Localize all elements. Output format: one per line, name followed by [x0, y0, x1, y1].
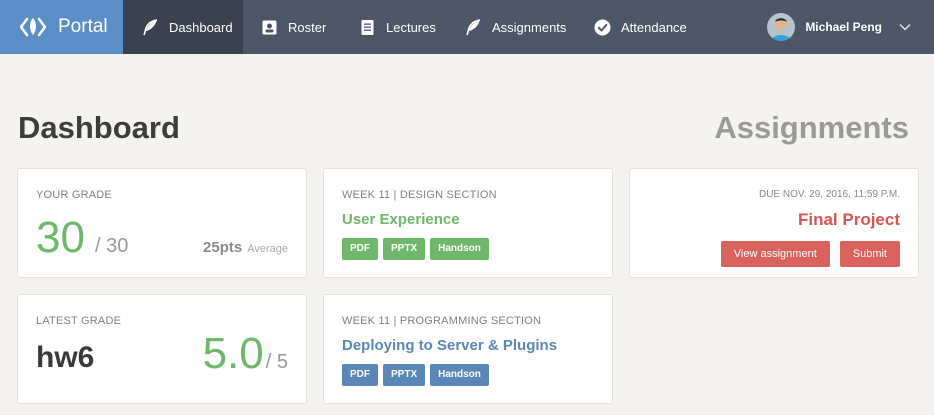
nav-roster-label: Roster [288, 19, 327, 35]
contact-card-icon [262, 20, 277, 34]
nav-assignments[interactable]: Assignments [465, 0, 566, 54]
nav-attendance-label: Attendance [621, 19, 687, 35]
feather-icon [143, 18, 158, 35]
lecture-caption: WEEK 11 | PROGRAMMING SECTION [342, 315, 542, 327]
grade-value-group: 30 / 30 [36, 213, 128, 263]
nav-roster[interactable]: Roster [261, 0, 326, 54]
your-grade-caption: YOUR GRADE [36, 189, 112, 201]
view-assignment-button[interactable]: View assignment [720, 241, 830, 267]
submit-button[interactable]: Submit [839, 241, 900, 267]
pdf-button[interactable]: PDF [342, 364, 378, 386]
pptx-button[interactable]: PPTX [383, 238, 426, 260]
latest-grade-total: / 5 [265, 351, 288, 373]
document-icon [361, 19, 374, 35]
assignment-title[interactable]: Final Project [798, 210, 900, 230]
user-menu[interactable]: Michael Peng [767, 0, 934, 54]
nav-lectures[interactable]: Lectures [359, 0, 436, 54]
average-label: Average [247, 243, 288, 255]
nav-attendance[interactable]: Attendance [594, 0, 687, 54]
check-circle-icon [594, 19, 611, 35]
brand-label: Portal [58, 16, 108, 37]
lecture-title[interactable]: Deploying to Server & Plugins [342, 337, 557, 354]
grade-total: / 30 [94, 235, 129, 257]
grade-value: 30 [36, 213, 85, 262]
pdf-button[interactable]: PDF [342, 238, 378, 260]
latest-assignment-name: hw6 [36, 341, 95, 374]
handson-button[interactable]: Handson [430, 238, 489, 260]
latest-grade-caption: LATEST GRADE [36, 315, 122, 327]
average-group: 25pts Average [203, 239, 288, 256]
chevron-down-icon [899, 23, 911, 31]
handson-button[interactable]: Handson [430, 364, 489, 386]
lecture-card-design: WEEK 11 | DESIGN SECTION User Experience… [323, 168, 613, 278]
assignment-due-date: DUE NOV. 29, 2016, 11:59 P.M. [758, 189, 900, 200]
assignment-actions: View assignment Submit [720, 241, 900, 267]
latest-grade-value: 5.0 [202, 329, 264, 378]
pptx-button[interactable]: PPTX [383, 364, 426, 386]
assignments-heading: Assignments [714, 110, 909, 145]
nav-dashboard-label: Dashboard [169, 19, 233, 35]
lecture-resources: PDF PPTX Handson [342, 238, 494, 260]
portal-logo-icon [19, 17, 47, 37]
your-grade-card: YOUR GRADE 30 / 30 25pts Average [17, 168, 307, 278]
feather-icon [466, 18, 481, 35]
page-title: Dashboard [18, 110, 180, 145]
user-name: Michael Peng [805, 20, 882, 34]
brand-logo-link[interactable]: Portal [0, 0, 123, 54]
lecture-card-programming: WEEK 11 | PROGRAMMING SECTION Deploying … [323, 294, 613, 404]
latest-grade-group: 5.0 / 5 [203, 329, 288, 379]
assignment-card: DUE NOV. 29, 2016, 11:59 P.M. Final Proj… [629, 168, 919, 278]
nav-dashboard[interactable]: Dashboard [123, 0, 243, 54]
top-navigation: Portal Dashboard Roster Lectures Assignm… [0, 0, 934, 54]
lecture-title[interactable]: User Experience [342, 211, 460, 228]
nav-lectures-label: Lectures [386, 19, 436, 35]
lecture-caption: WEEK 11 | DESIGN SECTION [342, 189, 497, 201]
average-value: 25pts [203, 239, 243, 256]
nav-assignments-label: Assignments [492, 19, 567, 35]
latest-grade-card: LATEST GRADE hw6 5.0 / 5 [17, 294, 307, 404]
lecture-resources: PDF PPTX Handson [342, 364, 494, 386]
avatar [767, 13, 796, 41]
